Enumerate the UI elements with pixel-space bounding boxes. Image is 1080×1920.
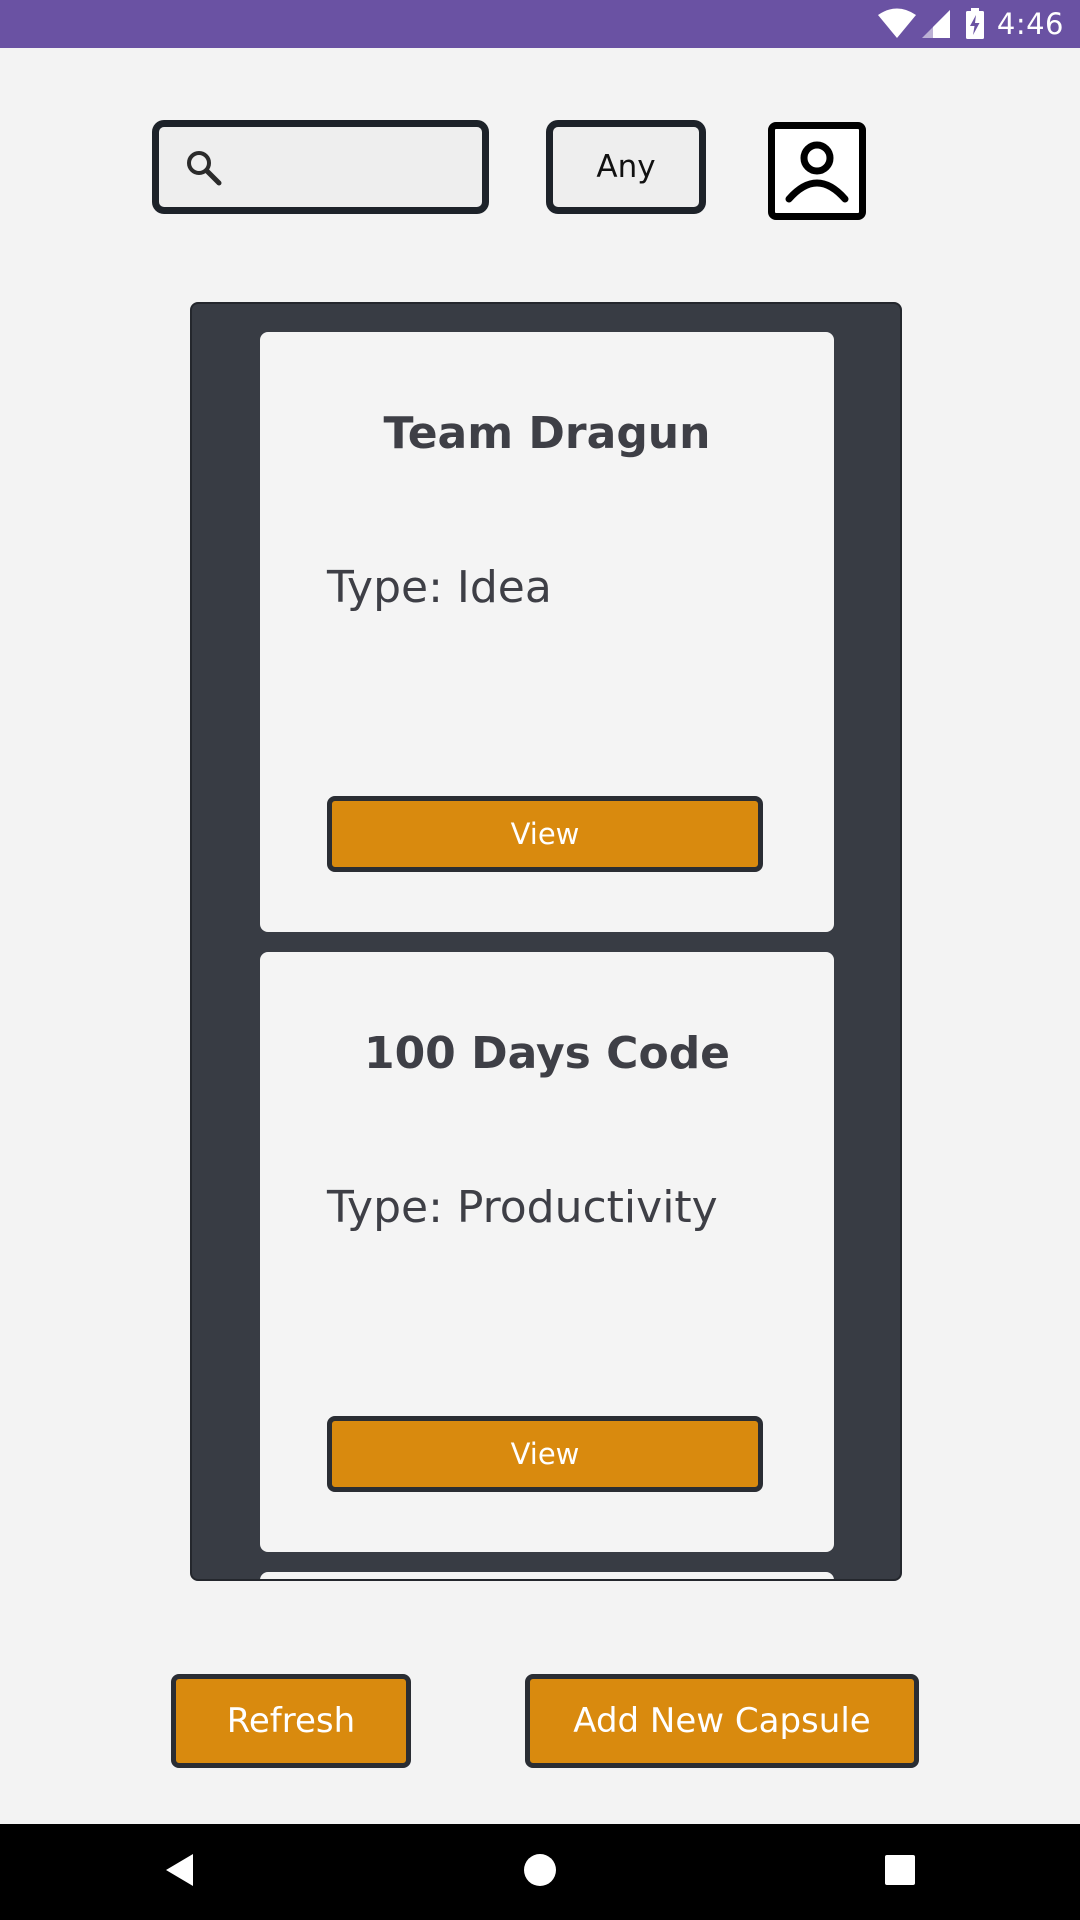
refresh-button-label: Refresh (226, 1701, 356, 1741)
type-filter-select[interactable]: Any (546, 120, 706, 214)
type-filter-value: Any (596, 149, 656, 185)
back-icon (163, 1851, 197, 1893)
search-box[interactable] (152, 120, 489, 214)
capsule-card-partial (260, 1572, 834, 1579)
battery-charging-icon (965, 8, 985, 40)
view-button-label: View (510, 1437, 580, 1471)
status-bar: 4:46 (0, 0, 1080, 48)
search-icon (185, 149, 223, 187)
home-icon (522, 1852, 558, 1892)
recents-icon (884, 1854, 916, 1890)
profile-button[interactable] (768, 122, 866, 220)
view-button[interactable]: View (327, 796, 763, 872)
wifi-icon (877, 8, 917, 40)
add-capsule-button-label: Add New Capsule (573, 1701, 871, 1741)
view-button[interactable]: View (327, 1416, 763, 1492)
capsule-title: 100 Days Code (363, 1028, 731, 1079)
capsule-card: 100 Days Code Type: Productivity View (260, 952, 834, 1552)
capsule-list[interactable]: Team Dragun Type: Idea View 100 Days Cod… (190, 302, 902, 1581)
status-icons: 4:46 (877, 0, 1064, 48)
capsule-card: Team Dragun Type: Idea View (260, 332, 834, 932)
screen: 4:46 Any Team Dragun Type: Idea View 100… (0, 0, 1080, 1920)
view-button-label: View (510, 817, 580, 851)
capsule-type: Type: Idea (327, 562, 552, 613)
capsule-title: Team Dragun (383, 408, 711, 459)
status-time: 4:46 (996, 7, 1064, 41)
navigation-bar (0, 1824, 1080, 1920)
refresh-button[interactable]: Refresh (171, 1674, 411, 1768)
cell-signal-icon (921, 8, 951, 40)
nav-back-button[interactable] (120, 1824, 240, 1920)
nav-home-button[interactable] (480, 1824, 600, 1920)
add-capsule-button[interactable]: Add New Capsule (525, 1674, 919, 1768)
capsule-type: Type: Productivity (327, 1182, 718, 1233)
nav-recents-button[interactable] (840, 1824, 960, 1920)
search-input[interactable] (235, 141, 475, 193)
